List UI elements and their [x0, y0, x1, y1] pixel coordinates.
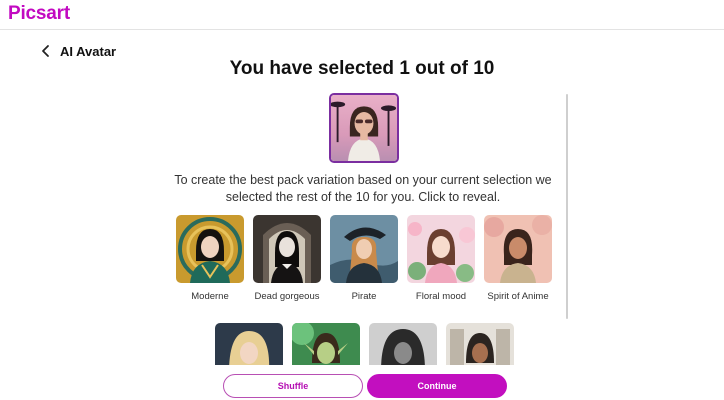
page-breadcrumb: AI Avatar — [60, 44, 117, 59]
picsart-logo[interactable]: Picsart — [8, 3, 70, 25]
selection-description: To create the best pack variation based … — [174, 173, 552, 204]
style-tile-spirit-of-anime[interactable] — [484, 215, 552, 283]
style-tile-moderne[interactable] — [176, 215, 244, 283]
page-title: You have selected 1 out of 10 — [229, 58, 495, 79]
top-bar: Picsart — [0, 0, 724, 30]
footer-actions: Shuffle Continue — [0, 365, 724, 400]
style-tile-pirate[interactable] — [330, 215, 398, 283]
style-tile-7[interactable] — [292, 323, 360, 365]
style-tile-6[interactable] — [215, 323, 283, 365]
selected-avatar[interactable] — [329, 93, 399, 163]
spirit-of-anime-avatar-image — [484, 215, 552, 283]
scrollbar[interactable] — [566, 94, 568, 319]
shuffle-button[interactable]: Shuffle — [223, 374, 363, 398]
style-tile-9[interactable] — [446, 323, 514, 365]
chevron-left-icon — [42, 45, 49, 57]
continue-button[interactable]: Continue — [367, 374, 507, 398]
avatar-image-6 — [215, 323, 283, 365]
floral-mood-avatar-image — [407, 215, 475, 283]
avatar-image-9 — [446, 323, 514, 365]
moderne-avatar-image — [176, 215, 244, 283]
style-label-spirit-of-anime: Spirit of Anime — [487, 291, 549, 302]
pirate-avatar-image — [330, 215, 398, 283]
avatar-image — [331, 95, 397, 161]
style-tile-floral-mood[interactable] — [407, 215, 475, 283]
avatar-image-7 — [292, 323, 360, 365]
dead-gorgeous-avatar-image — [253, 215, 321, 283]
style-tile-dead-gorgeous[interactable] — [253, 215, 321, 283]
avatar-image-8 — [369, 323, 437, 365]
style-tile-8[interactable] — [369, 323, 437, 365]
